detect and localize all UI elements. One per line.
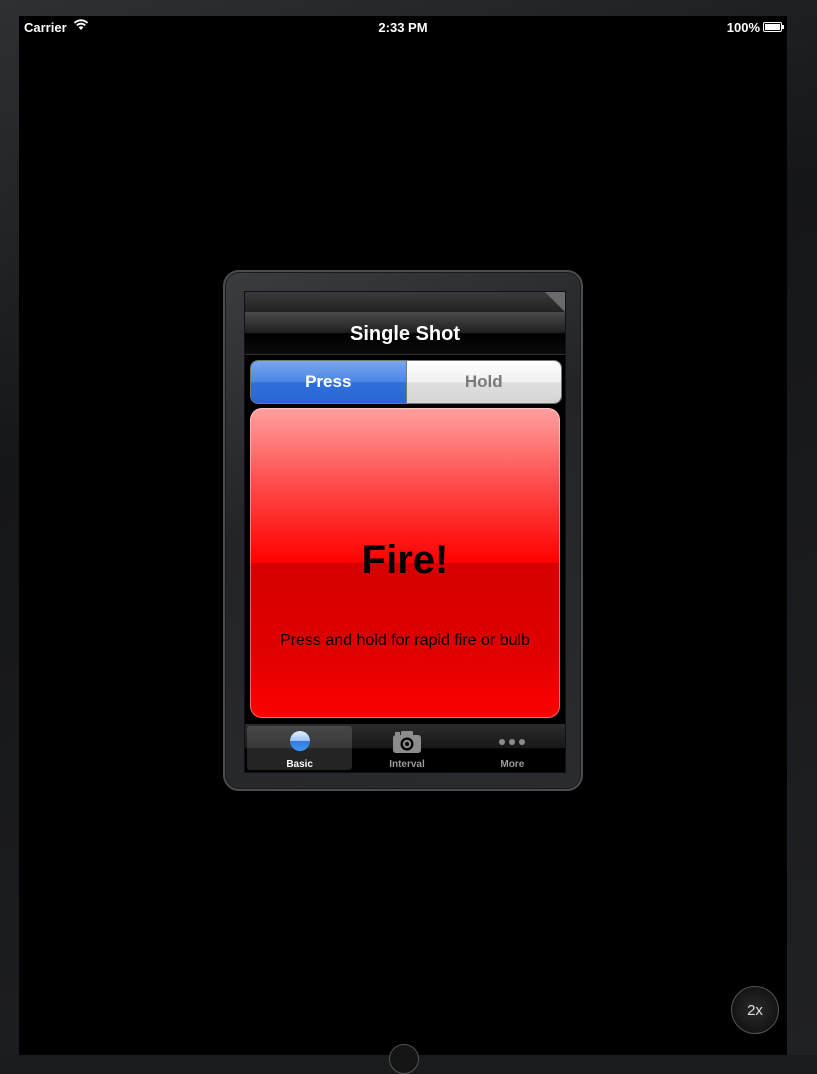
tab-more-label: More	[500, 759, 525, 770]
fire-button[interactable]: Fire! Press and hold for rapid fire or b…	[250, 408, 560, 718]
tab-basic-label: Basic	[286, 759, 313, 770]
tab-interval-label: Interval	[389, 759, 425, 770]
fire-button-hint: Press and hold for rapid fire or bulb	[280, 632, 530, 649]
segment-press[interactable]: Press	[251, 361, 407, 403]
tab-interval[interactable]: Interval	[354, 724, 459, 772]
navigation-bar: Single Shot	[245, 312, 565, 355]
battery-percent: 100%	[726, 20, 760, 35]
ipad-screen: Carrier 2:33 PM 100% Single Shot Press H…	[19, 16, 787, 1055]
phone-frame: Single Shot Press Hold Fire! Press and h…	[223, 270, 583, 791]
battery-icon	[763, 22, 784, 32]
phone-screen: Single Shot Press Hold Fire! Press and h…	[244, 291, 566, 773]
tab-bar: Basic Interval More	[245, 724, 565, 772]
status-time: 2:33 PM	[378, 20, 428, 35]
mode-segmented-control: Press Hold	[250, 360, 562, 404]
phone-status-bar	[245, 292, 565, 313]
tab-more[interactable]: More	[460, 724, 565, 772]
circle-icon	[289, 730, 311, 755]
page-title: Single Shot	[350, 323, 460, 345]
fire-button-label: Fire!	[361, 538, 449, 582]
status-bar: Carrier 2:33 PM 100%	[19, 16, 787, 38]
camera-icon	[392, 730, 422, 757]
tab-basic[interactable]: Basic	[247, 726, 353, 770]
more-icon	[497, 730, 527, 753]
home-button[interactable]	[389, 1044, 419, 1074]
zoom-toggle-button[interactable]: 2x	[731, 986, 779, 1034]
corner-flap-icon	[545, 292, 565, 312]
segment-hold[interactable]: Hold	[406, 361, 561, 403]
